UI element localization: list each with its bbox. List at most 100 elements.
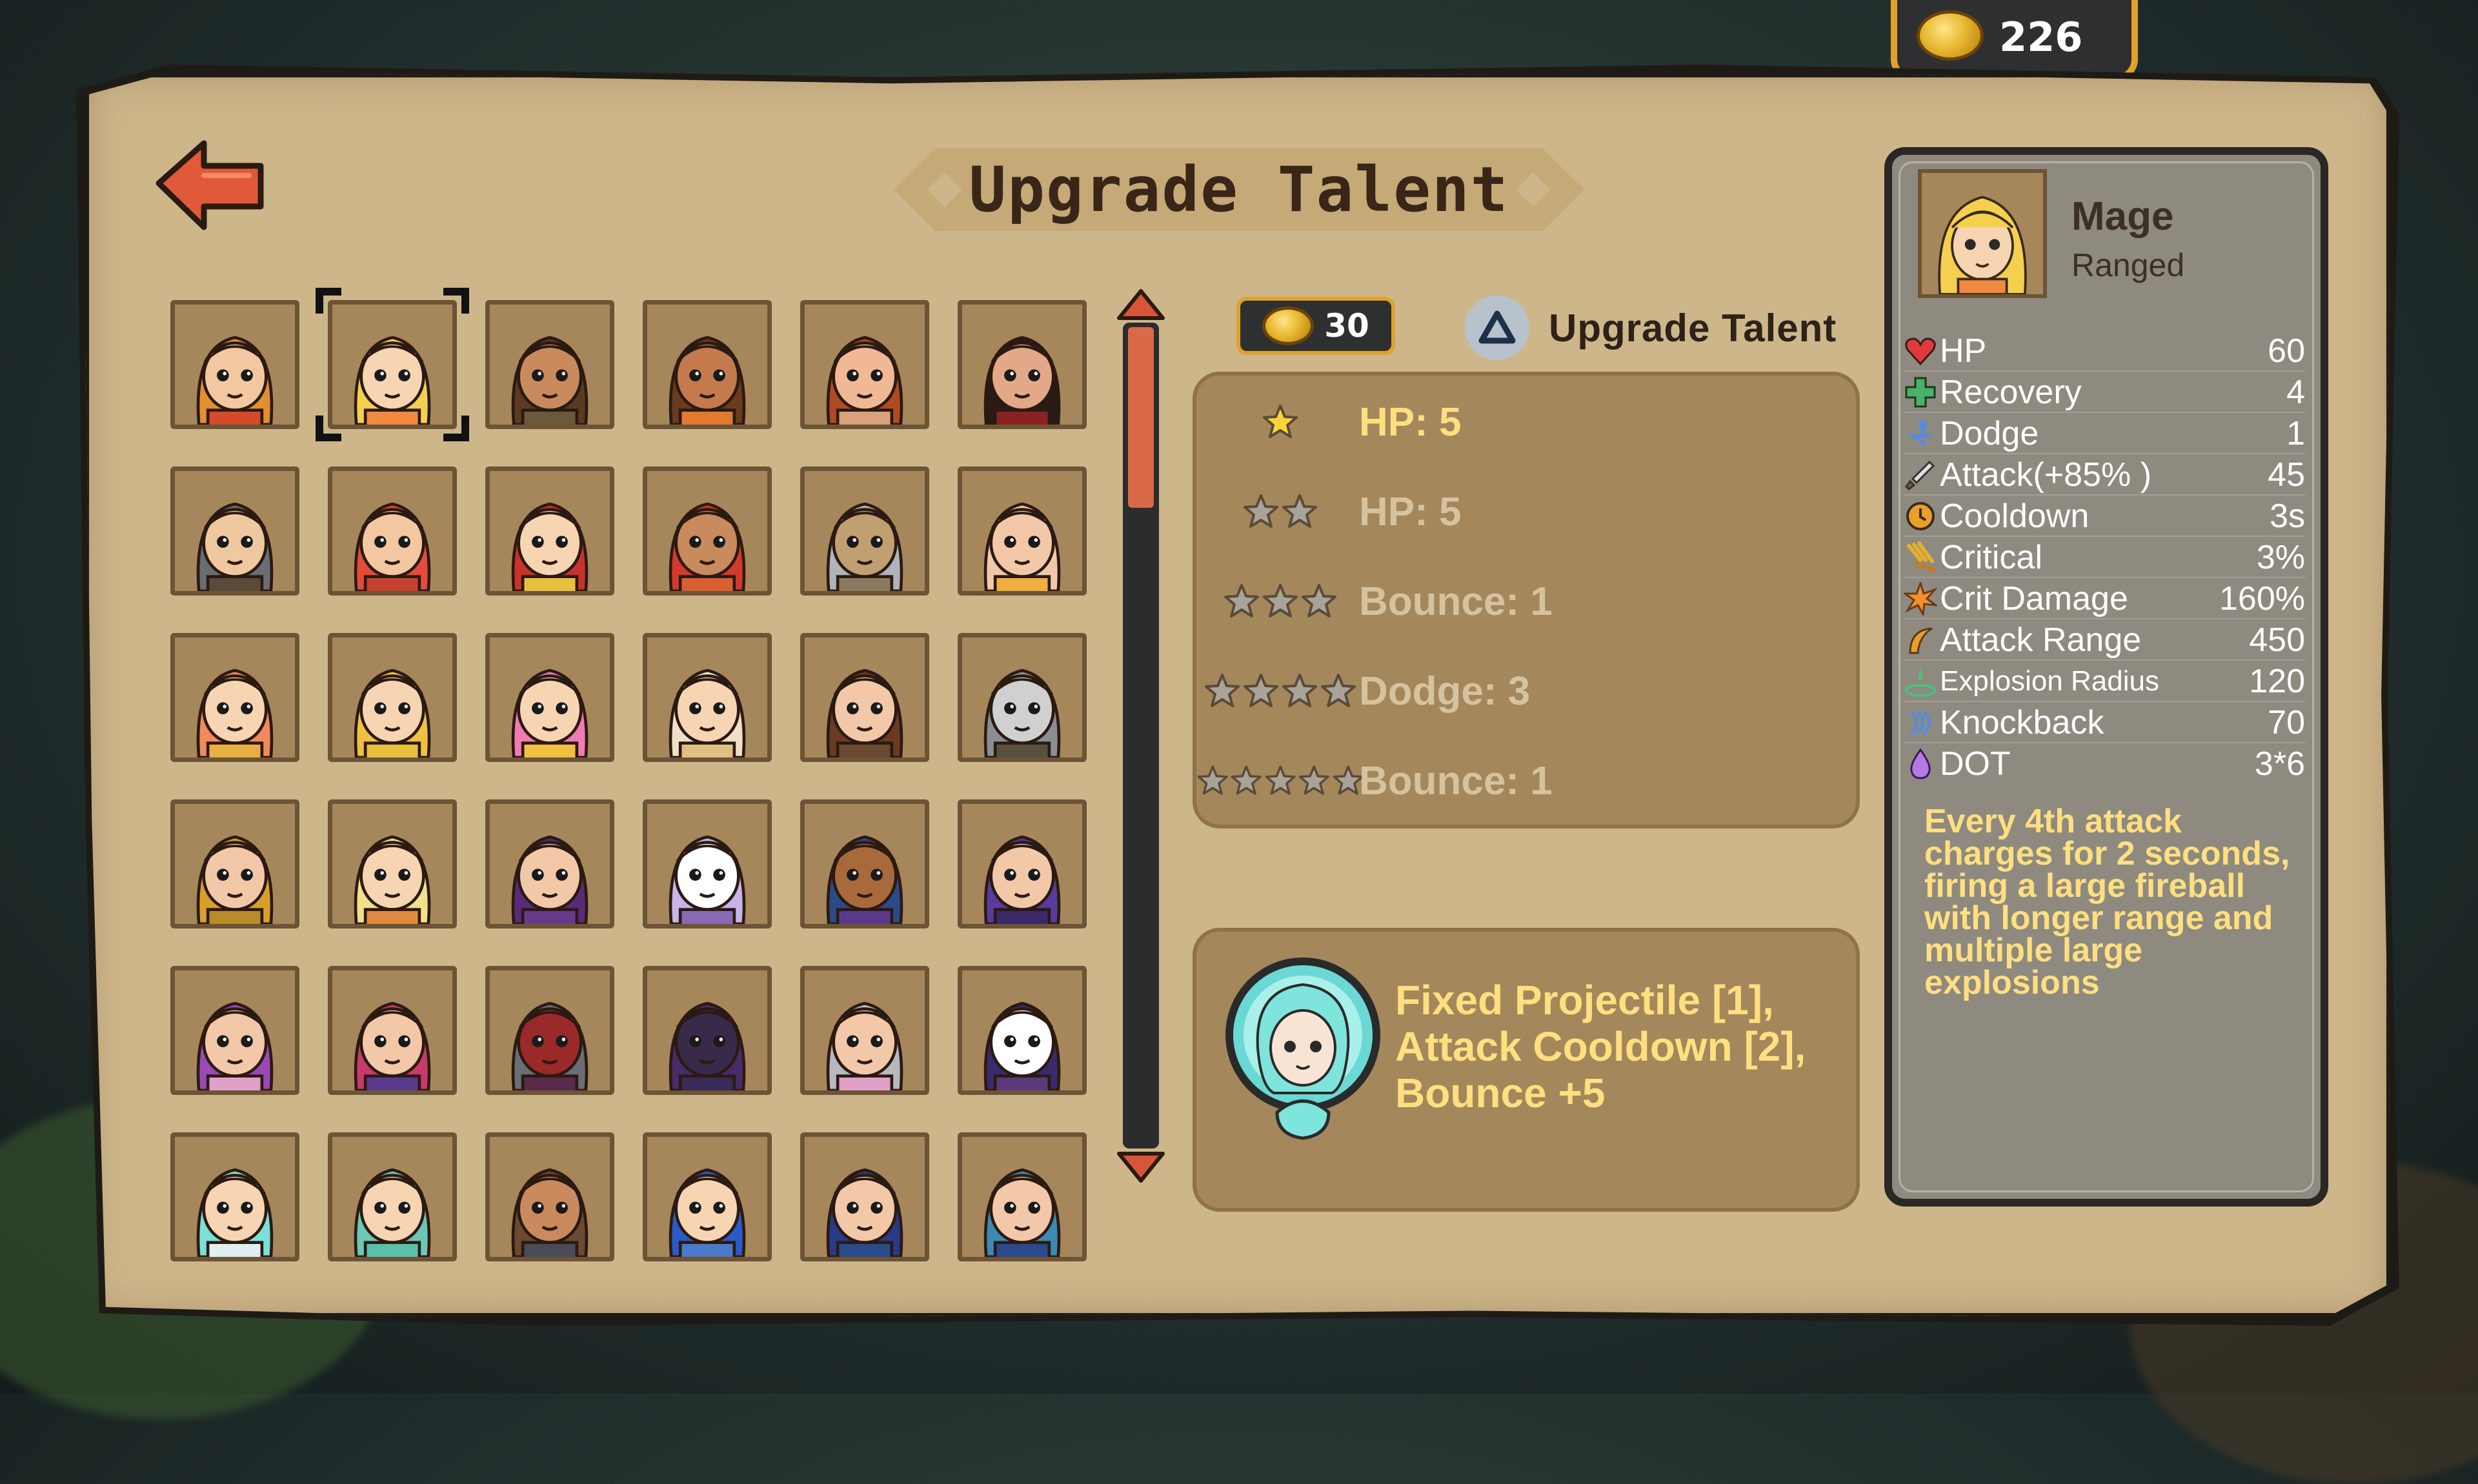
hero-tile-3[interactable]	[485, 300, 614, 429]
scroll-down-arrow-icon[interactable]	[1115, 1148, 1167, 1185]
hero-tile-2[interactable]	[316, 288, 469, 441]
hero-portrait-icon	[647, 804, 767, 924]
hero-tile-25[interactable]	[170, 966, 299, 1095]
stat-label: Knockback	[1940, 704, 2104, 741]
hero-scrollbar[interactable]	[1115, 287, 1167, 1184]
triangle-button-icon	[1465, 296, 1529, 360]
upgrade-cost: 30	[1324, 307, 1369, 345]
hero-tile-18[interactable]	[958, 633, 1087, 762]
hero-tile-31[interactable]	[170, 1132, 299, 1261]
hero-portrait-icon	[175, 1137, 295, 1257]
hero-tile-34[interactable]	[643, 1132, 772, 1261]
hero-tile-35[interactable]	[800, 1132, 929, 1261]
hero-tile-12[interactable]	[958, 466, 1087, 596]
hero-tile-17[interactable]	[800, 633, 929, 762]
stat-value: 3%	[2256, 539, 2305, 576]
hero-stats-panel: Mage Ranged HP 60 Recovery 4 Dodge 1 Attack(+8…	[1884, 147, 2328, 1207]
hero-portrait-icon	[175, 804, 295, 924]
stat-value: 70	[2268, 704, 2305, 741]
star-icon	[1197, 765, 1228, 795]
hero-tile-24[interactable]	[958, 799, 1087, 928]
star-icon	[1302, 584, 1336, 617]
star-icon	[1244, 674, 1278, 707]
hero-tile-27[interactable]	[485, 966, 614, 1095]
hero-portrait-icon	[332, 637, 452, 757]
hero-tile-26[interactable]	[328, 966, 457, 1095]
scroll-up-arrow-icon[interactable]	[1115, 287, 1167, 323]
hero-tile-13[interactable]	[170, 633, 299, 762]
skill-line-2: Attack Cooldown [2],	[1395, 1023, 1806, 1070]
hero-tile-15[interactable]	[485, 633, 614, 762]
hero-portrait-icon	[962, 1137, 1082, 1257]
hero-portrait-icon	[805, 1137, 925, 1257]
skill-line-1: Fixed Projectile [1],	[1395, 977, 1774, 1023]
hero-tile-22[interactable]	[643, 799, 772, 928]
hero-tile-6[interactable]	[958, 300, 1087, 429]
selection-bracket-icon	[443, 416, 469, 441]
talent-tier-2: HP: 5	[1196, 466, 1856, 557]
stat-value: 3s	[2270, 497, 2305, 535]
stat-row-knockback: Knockback 70	[1904, 702, 2305, 743]
hero-portrait-icon	[647, 305, 767, 425]
hero-tile-8[interactable]	[328, 466, 457, 596]
hero-tile-11[interactable]	[800, 466, 929, 596]
hero-tile-32[interactable]	[328, 1132, 457, 1261]
hero-tile-36[interactable]	[958, 1132, 1087, 1261]
hero-tile-4[interactable]	[643, 300, 772, 429]
tier-bonus-text: HP: 5	[1359, 489, 1462, 534]
stat-value: 4	[2286, 374, 2305, 411]
hero-grid	[170, 288, 1093, 1268]
hero-portrait-icon	[175, 970, 295, 1090]
stat-label: Cooldown	[1940, 497, 2090, 535]
hero-portrait-icon	[805, 305, 925, 425]
tier-bonus-text: Bounce: 1	[1359, 579, 1553, 624]
star-icon	[1244, 494, 1278, 528]
upgrade-cost-badge[interactable]: 30	[1236, 297, 1395, 355]
hero-tile-20[interactable]	[328, 799, 457, 928]
hero-tile-14[interactable]	[328, 633, 457, 762]
explosion-icon	[1905, 667, 1936, 697]
stat-value: 120	[2249, 663, 2305, 700]
hero-portrait-icon	[805, 804, 925, 924]
hero-portrait-icon	[175, 305, 295, 425]
hero-tile-21[interactable]	[485, 799, 614, 928]
scroll-thumb[interactable]	[1128, 327, 1154, 508]
star-icon	[1231, 765, 1262, 795]
hero-tile-33[interactable]	[485, 1132, 614, 1261]
stat-row-attack-range: Attack Range 450	[1904, 619, 2305, 661]
mage-portrait-icon	[1922, 173, 2043, 294]
skill-description: Fixed Projectile [1], Attack Cooldown [2…	[1395, 977, 1847, 1116]
hero-tile-5[interactable]	[800, 300, 929, 429]
stat-value: 3*6	[2254, 745, 2305, 783]
hero-tile-7[interactable]	[170, 466, 299, 596]
hero-portrait-icon	[647, 970, 767, 1090]
stat-value: 160%	[2219, 580, 2305, 617]
hero-tile-28[interactable]	[643, 966, 772, 1095]
star-icon	[1282, 494, 1317, 528]
hero-portrait-icon	[175, 637, 295, 757]
hero-portrait-icon	[805, 970, 925, 1090]
stat-label: Critical	[1940, 539, 2042, 576]
critical-icon	[1907, 541, 1935, 572]
hero-tile-16[interactable]	[643, 633, 772, 762]
hero-tile-1[interactable]	[170, 300, 299, 429]
stat-value: 60	[2268, 332, 2305, 370]
title-banner: Upgrade Talent	[894, 148, 1584, 231]
hero-tile-29[interactable]	[800, 966, 929, 1095]
selection-bracket-icon	[316, 416, 341, 441]
hero-tile-10[interactable]	[643, 466, 772, 596]
clock-icon	[1906, 502, 1935, 530]
upgrade-talent-button[interactable]: Upgrade Talent	[1465, 296, 1837, 360]
coin-icon	[1917, 10, 1984, 61]
hero-tile-30[interactable]	[958, 966, 1087, 1095]
hero-tile-23[interactable]	[800, 799, 929, 928]
hero-portrait-icon	[962, 471, 1082, 591]
hero-type: Ranged	[2071, 247, 2185, 283]
page-title: Upgrade Talent	[969, 154, 1509, 226]
stat-label: HP	[1940, 332, 1987, 370]
talent-tier-panel: HP: 5 HP: 5 Bounce: 1 Dodge: 3 Bounce: 1	[1193, 372, 1860, 828]
hero-tile-9[interactable]	[485, 466, 614, 596]
hero-tile-19[interactable]	[170, 799, 299, 928]
back-arrow-icon[interactable]	[152, 137, 267, 234]
hero-portrait-icon	[490, 305, 610, 425]
